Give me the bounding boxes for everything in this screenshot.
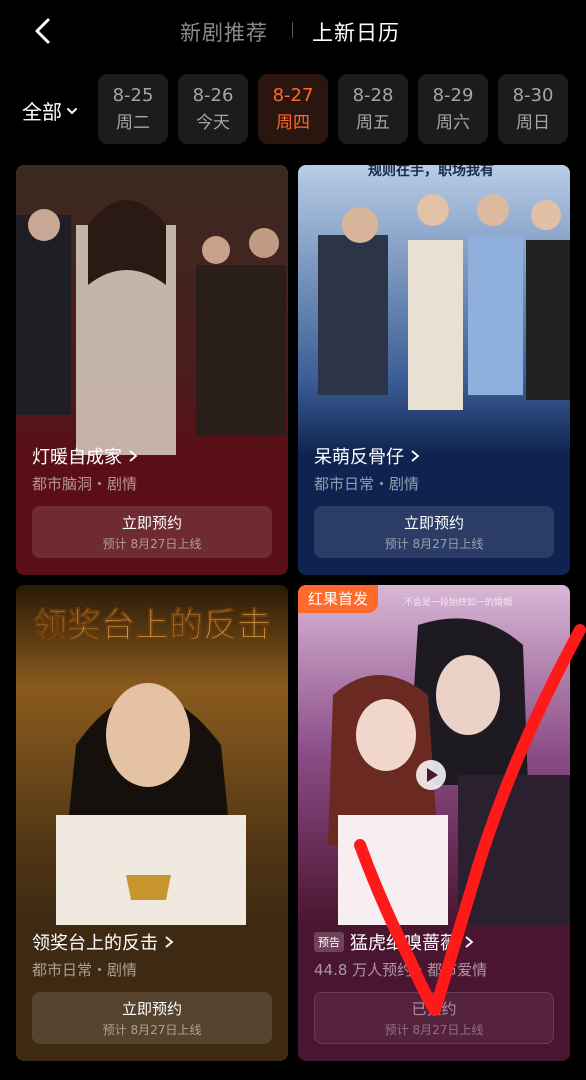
poster-image: 领奖台上的反击	[16, 585, 288, 925]
date-chip[interactable]: 8-25 周二	[98, 74, 168, 144]
drama-card[interactable]: 规则在手，职场我有 呆萌反骨仔 都市日常・剧情 立即预约 预计 8月27日上线	[298, 165, 570, 575]
poster-image	[16, 165, 288, 455]
top-nav: 新剧推荐 上新日历	[0, 0, 586, 62]
poster-image: 规则在手，职场我有	[298, 165, 570, 455]
chevron-right-icon	[129, 450, 138, 462]
drama-title: 呆萌反骨仔	[314, 447, 404, 468]
chevron-right-icon	[465, 936, 474, 948]
tab-divider	[292, 22, 293, 38]
back-button[interactable]	[28, 14, 56, 48]
date-chip-date: 8-25	[112, 85, 154, 106]
date-chip[interactable]: 8-28 周五	[338, 74, 408, 144]
reserve-button-label: 立即预约	[121, 514, 182, 532]
drama-title-link[interactable]: 灯暖自成家	[32, 443, 138, 469]
chevron-left-icon	[35, 18, 50, 44]
drama-genre: 都市日常・剧情	[314, 475, 420, 493]
reserve-button[interactable]: 立即预约 预计 8月27日上线	[314, 506, 554, 558]
tab-release-calendar[interactable]: 上新日历	[312, 17, 400, 47]
release-date-note: 预计 8月27日上线	[384, 537, 484, 551]
drama-title-link[interactable]: 预告 猛虎细嗅蔷薇	[314, 929, 474, 955]
trailer-badge: 预告	[314, 932, 344, 952]
chevron-right-icon	[411, 450, 420, 462]
reserve-button[interactable]: 立即预约 预计 8月27日上线	[32, 992, 272, 1044]
poster-image: 不会是一段始终如一的婚姻	[298, 585, 570, 925]
drama-card[interactable]: 灯暖自成家 都市脑洞・剧情 立即预约 预计 8月27日上线	[16, 165, 288, 575]
date-chip-weekday: 周日	[516, 113, 550, 133]
date-chip[interactable]: 8-26 今天	[178, 74, 248, 144]
date-chip-weekday: 周五	[356, 113, 390, 133]
chevron-right-icon	[165, 936, 174, 948]
release-date-note: 预计 8月27日上线	[102, 1023, 202, 1037]
drama-genre: 都市日常・剧情	[32, 961, 138, 979]
release-date-note: 预计 8月27日上线	[102, 537, 202, 551]
date-chip-selected[interactable]: 8-27 周四	[258, 74, 328, 144]
date-chip-date: 8-27	[272, 85, 314, 106]
drama-title: 灯暖自成家	[32, 447, 122, 468]
drama-card[interactable]: 领奖台上的反击 领奖台上的反击 都市日常・剧情 立即预约 预计 8月27日上线	[16, 585, 288, 1061]
poster-caption: 规则在手，职场我有	[368, 165, 494, 179]
date-chip-date: 8-29	[432, 85, 474, 106]
reserve-button[interactable]: 立即预约 预计 8月27日上线	[32, 506, 272, 558]
date-chip-date: 8-28	[352, 85, 394, 106]
reserved-button[interactable]: 已预约 预计 8月27日上线	[314, 992, 554, 1044]
tab-new-recommend[interactable]: 新剧推荐	[180, 17, 268, 47]
drama-card[interactable]: 不会是一段始终如一的婚姻 红果首发 预告 猛虎细嗅蔷薇 44.8 万人预约・都市…	[298, 585, 570, 1061]
date-chip-weekday: 周六	[436, 113, 470, 133]
date-chip-date: 8-30	[512, 85, 554, 106]
drama-genre: 44.8 万人预约・都市爱情	[314, 961, 488, 979]
drama-title: 猛虎细嗅蔷薇	[350, 933, 458, 954]
play-icon[interactable]	[416, 760, 446, 790]
drama-title-link[interactable]: 领奖台上的反击	[32, 929, 174, 955]
date-chip-date: 8-26	[192, 85, 234, 106]
category-filter-label: 全部	[22, 100, 62, 124]
chevron-down-icon	[67, 107, 77, 114]
drama-title: 领奖台上的反击	[32, 933, 158, 954]
category-filter[interactable]: 全部	[22, 96, 78, 125]
exclusive-tag: 红果首发	[298, 585, 379, 613]
reserved-button-label: 已预约	[411, 1000, 457, 1018]
poster-caption: 领奖台上的反击	[33, 606, 271, 646]
date-chip-weekday: 周二	[116, 113, 150, 133]
reserve-button-label: 立即预约	[403, 514, 464, 532]
date-chip[interactable]: 8-29 周六	[418, 74, 488, 144]
reserve-button-label: 立即预约	[121, 1000, 182, 1018]
date-chip-weekday: 周四	[276, 113, 310, 133]
poster-caption: 不会是一段始终如一的婚姻	[404, 596, 512, 608]
drama-title-link[interactable]: 呆萌反骨仔	[314, 443, 420, 469]
release-date-note: 预计 8月27日上线	[384, 1023, 484, 1037]
date-chip[interactable]: 8-30 周日	[498, 74, 568, 144]
drama-genre: 都市脑洞・剧情	[32, 475, 138, 493]
date-chip-weekday: 今天	[196, 113, 230, 133]
